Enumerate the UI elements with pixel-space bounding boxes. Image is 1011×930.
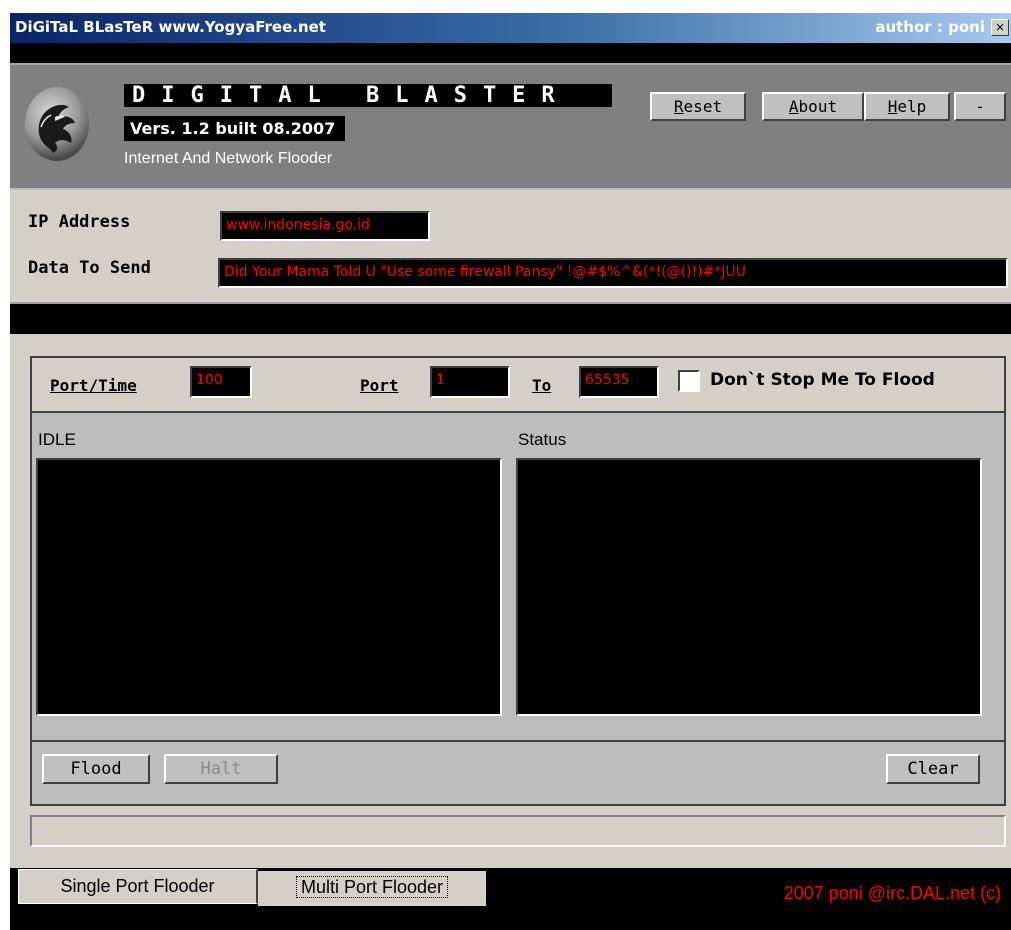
tab-single-port-flooder[interactable]: Single Port Flooder	[18, 869, 258, 904]
port-from-input[interactable]: 1	[430, 366, 510, 398]
flood-button[interactable]: Flood	[42, 754, 150, 784]
idle-label: IDLE	[38, 430, 76, 449]
port-time-label: Port/Time	[50, 376, 137, 395]
flood-group: Port/Time 100 Port 1 To 65535 Don`t Stop…	[30, 356, 1006, 806]
title-bar[interactable]: DiGiTaL BLasTeR www.YogyaFree.net author…	[10, 13, 1011, 43]
target-input-panel: IP Address www.indonesia.go.id Data To S…	[10, 190, 1011, 304]
author-label: author : poni	[875, 18, 985, 36]
separator-strip	[10, 43, 1011, 63]
copyright-text: 2007 poni @irc.DAL.net (c)	[783, 883, 1001, 903]
about-button[interactable]: About	[762, 92, 864, 121]
help-button[interactable]: Help	[864, 92, 950, 121]
tab-multi-port-flooder-label: Multi Port Flooder	[295, 876, 449, 898]
app-subtitle: Internet And Network Flooder	[124, 150, 333, 167]
ip-address-label: IP Address	[28, 212, 131, 232]
ip-address-input[interactable]: www.indonesia.go.id	[220, 211, 430, 241]
halt-button[interactable]: Halt	[164, 754, 278, 784]
data-to-send-label: Data To Send	[28, 258, 151, 278]
status-label: Status	[518, 430, 567, 449]
progress-bar	[30, 815, 1006, 847]
app-window: DiGiTaL BLasTeR www.YogyaFree.net author…	[10, 13, 1011, 930]
port-to-input[interactable]: 65535	[579, 366, 659, 398]
separator-strip-2	[10, 320, 1011, 334]
port-time-input[interactable]: 100	[190, 366, 252, 398]
reset-button[interactable]: Reset	[650, 92, 746, 121]
data-to-send-input[interactable]: Did Your Mama Told U "Use some firewall …	[218, 258, 1008, 288]
header-panel: DIGITAL BLASTER Vers. 1.2 built 08.2007 …	[10, 63, 1011, 190]
dont-stop-checkbox[interactable]	[678, 370, 700, 392]
clear-button[interactable]: Clear	[886, 754, 980, 784]
minimize-button[interactable]: -	[954, 92, 1006, 121]
tab-multi-port-flooder[interactable]: Multi Port Flooder	[258, 871, 486, 906]
window-title: DiGiTaL BLasTeR www.YogyaFree.net	[15, 18, 326, 36]
version-label: Vers. 1.2 built 08.2007	[124, 116, 346, 141]
single-port-flooder-panel: Port/Time 100 Port 1 To 65535 Don`t Stop…	[10, 334, 1011, 868]
port-label: Port	[360, 376, 399, 395]
port-settings-bar: Port/Time 100 Port 1 To 65535 Don`t Stop…	[32, 358, 1004, 413]
close-icon[interactable]: ×	[991, 19, 1009, 36]
status-output-pane[interactable]	[516, 458, 982, 716]
to-label: To	[532, 376, 552, 395]
app-brand-title: DIGITAL BLASTER	[124, 84, 612, 107]
action-bar: Flood Halt Clear	[32, 740, 1004, 804]
idle-output-pane[interactable]	[36, 458, 502, 716]
dont-stop-label: Don`t Stop Me To Flood	[710, 370, 935, 390]
dragon-logo-icon	[25, 87, 89, 161]
